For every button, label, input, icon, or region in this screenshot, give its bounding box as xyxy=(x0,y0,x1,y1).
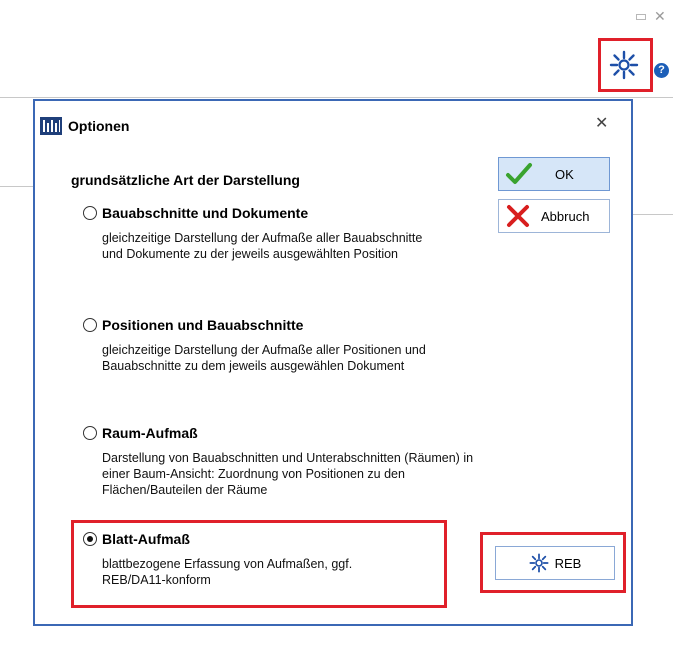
settings-gear-highlight xyxy=(598,38,653,92)
dialog-app-icon xyxy=(40,117,62,135)
background-divider-right xyxy=(633,214,673,215)
radio-bauabschnitte-dokumente[interactable] xyxy=(83,206,97,220)
blatt-aufmass-highlight xyxy=(71,520,447,608)
option-description: gleichzeitige Darstellung der Aufmaße al… xyxy=(102,231,423,261)
option-label[interactable]: Bauabschnitte und Dokumente xyxy=(102,205,308,222)
option-description: gleichzeitige Darstellung der Aufmaße al… xyxy=(102,343,426,373)
ok-button-label: OK xyxy=(555,166,574,182)
dialog-title: Optionen xyxy=(68,118,130,134)
option-label[interactable]: Positionen und Bauabschnitte xyxy=(102,317,303,334)
window-close-icon[interactable]: ✕ xyxy=(654,6,666,26)
section-heading: grundsätzliche Art der Darstellung xyxy=(71,172,300,188)
radio-raum-aufmass[interactable] xyxy=(83,426,97,440)
option-description: Darstellung von Bauabschnitten und Unter… xyxy=(102,451,474,497)
screen: ✕ ? Optionen ✕ grundsätzliche Art der Da… xyxy=(0,0,673,645)
ok-button[interactable]: OK xyxy=(498,157,610,191)
cancel-button[interactable]: Abbruch xyxy=(498,199,610,233)
check-icon xyxy=(506,163,532,184)
help-icon[interactable]: ? xyxy=(654,63,669,78)
dialog-close-icon[interactable]: ✕ xyxy=(595,113,608,135)
reb-button-highlight xyxy=(480,532,626,593)
radio-positionen-bauabschnitte[interactable] xyxy=(83,318,97,332)
option-label[interactable]: Raum-Aufmaß xyxy=(102,425,198,442)
cancel-button-label: Abbruch xyxy=(541,208,590,224)
toolbar-divider xyxy=(0,97,673,98)
background-divider-left xyxy=(0,186,33,187)
minimize-icon[interactable] xyxy=(636,12,646,22)
options-dialog: Optionen ✕ grundsätzliche Art der Darste… xyxy=(33,99,633,626)
cancel-x-icon xyxy=(507,205,529,227)
